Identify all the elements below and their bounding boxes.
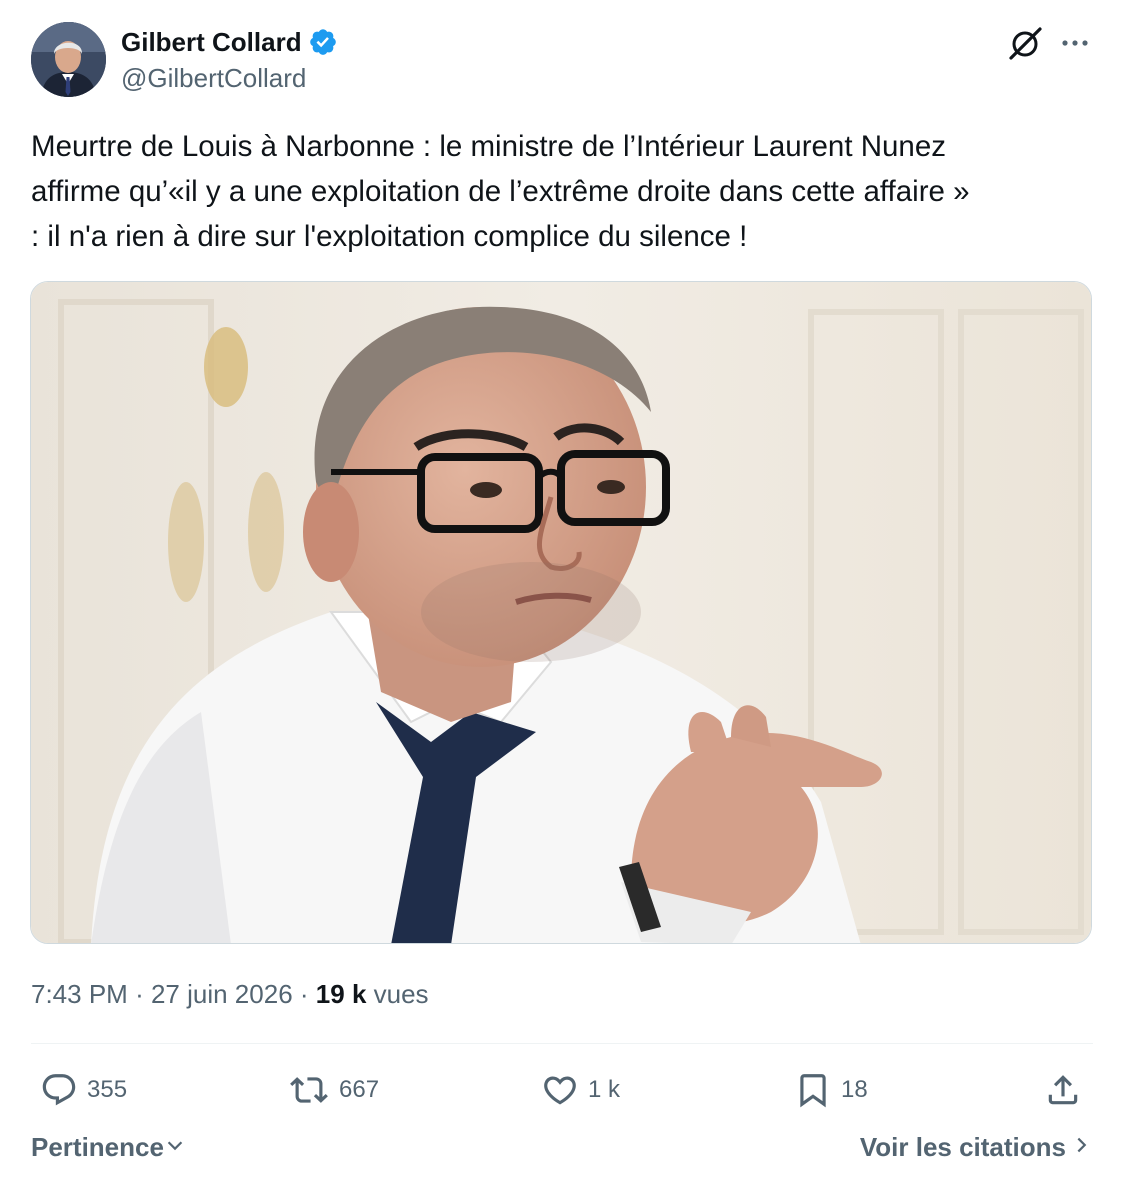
like-count: 1 k [588,1076,621,1103]
views-label: vues [373,979,429,1009]
sort-label: Pertinence [31,1132,164,1162]
reply-count: 355 [87,1076,128,1103]
bookmark-count: 18 [841,1076,868,1103]
tweet-photo[interactable] [30,281,1092,944]
bookmark-icon [794,1071,832,1109]
grok-icon[interactable] [1006,24,1044,62]
tweet-date[interactable]: 27 juin 2026 [151,979,293,1009]
share-icon [1044,1071,1082,1109]
author-handle[interactable]: @GilbertCollard [121,62,306,94]
tweet-time[interactable]: 7:43 PM [31,979,128,1009]
bookmark-button[interactable]: 18 [794,1068,868,1112]
meta-separator: · [299,979,309,1009]
author-name-row[interactable]: Gilbert Collard [121,26,338,58]
reply-button[interactable]: 355 [40,1068,127,1112]
meta-separator: · [135,979,144,1009]
sort-dropdown[interactable]: Pertinence [31,1130,186,1164]
quotes-label: Voir les citations [859,1132,1066,1162]
author-avatar[interactable] [31,22,106,97]
share-button[interactable] [1044,1068,1082,1112]
reply-icon [40,1071,78,1109]
chevron-down-icon [164,1130,186,1164]
repost-button[interactable]: 667 [288,1068,379,1112]
more-options-icon[interactable] [1058,26,1092,60]
verified-badge-icon [308,27,338,57]
tweet-text: Meurtre de Louis à Narbonne : le ministr… [31,130,970,253]
chevron-right-icon [1072,1130,1092,1164]
author-display-name[interactable]: Gilbert Collard [121,26,302,58]
heart-icon [541,1071,579,1109]
repost-count: 667 [339,1076,380,1103]
divider [31,1043,1093,1044]
repost-icon [288,1071,330,1109]
view-quotes-link[interactable]: Voir les citations [860,1130,1092,1164]
like-button[interactable]: 1 k [541,1068,620,1112]
views-count: 19 k [315,979,367,1009]
tweet-meta: 7:43 PM · 27 juin 2026 · 19 k vues [31,977,429,1011]
